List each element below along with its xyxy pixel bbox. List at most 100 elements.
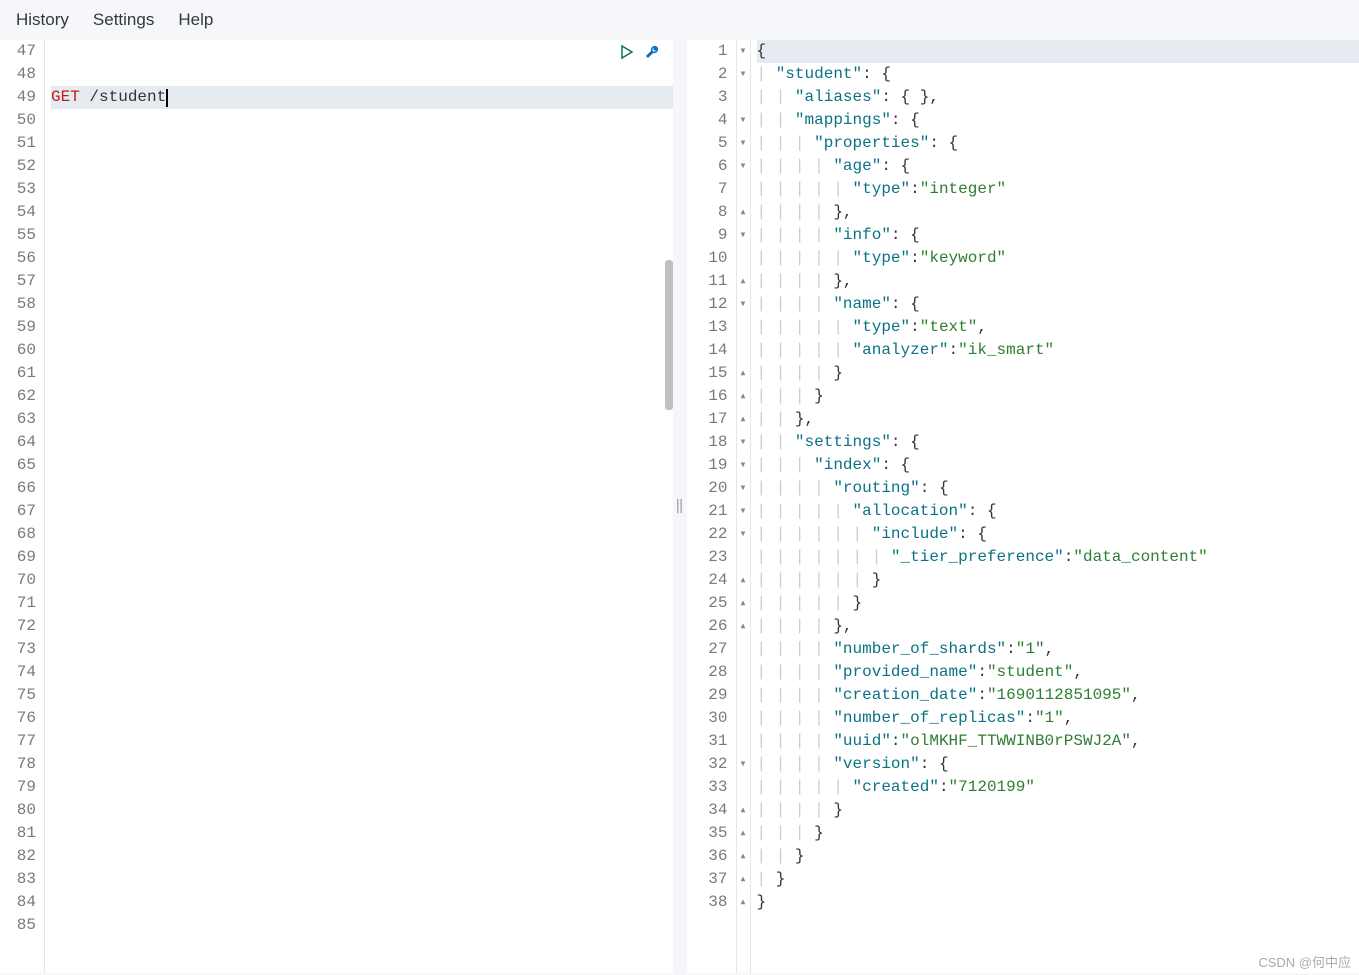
editor-line[interactable] <box>51 891 673 914</box>
gutter-line: 2 <box>695 63 728 86</box>
editor-line[interactable] <box>51 822 673 845</box>
editor-line[interactable] <box>51 477 673 500</box>
gutter-line: 38 <box>695 891 728 914</box>
editor-line[interactable] <box>51 546 673 569</box>
editor-line[interactable] <box>51 684 673 707</box>
menu-settings[interactable]: Settings <box>93 10 154 30</box>
editor-line[interactable] <box>51 799 673 822</box>
fold-none <box>737 661 750 684</box>
fold-close-icon[interactable]: ▴ <box>737 845 750 868</box>
editor-line[interactable] <box>51 707 673 730</box>
fold-open-icon[interactable]: ▾ <box>737 293 750 316</box>
response-line: | | | | | | "include" : { <box>757 523 1359 546</box>
gutter-line: 22 <box>695 523 728 546</box>
editor-line[interactable] <box>51 362 673 385</box>
fold-close-icon[interactable]: ▴ <box>737 592 750 615</box>
response-line: | | | | | | } <box>757 569 1359 592</box>
editor-line[interactable] <box>51 592 673 615</box>
fold-column[interactable]: ▾▾▾▾▾▴▾▴▾▴▴▴▾▾▾▾▾▴▴▴▾▴▴▴▴▴ <box>737 40 751 973</box>
menu-history[interactable]: History <box>16 10 69 30</box>
editor-line[interactable] <box>51 730 673 753</box>
editor-line[interactable] <box>51 960 673 973</box>
fold-close-icon[interactable]: ▴ <box>737 201 750 224</box>
editor-line[interactable] <box>51 339 673 362</box>
gutter-line: 67 <box>8 500 36 523</box>
wrench-icon[interactable] <box>643 42 663 62</box>
fold-close-icon[interactable]: ▴ <box>737 799 750 822</box>
editor-line[interactable] <box>51 845 673 868</box>
fold-open-icon[interactable]: ▾ <box>737 63 750 86</box>
gutter-line: 73 <box>8 638 36 661</box>
response-line: | | } <box>757 845 1359 868</box>
request-editor[interactable]: GET /student <box>45 40 673 973</box>
editor-line[interactable] <box>51 776 673 799</box>
fold-open-icon[interactable]: ▾ <box>737 132 750 155</box>
editor-line[interactable] <box>51 569 673 592</box>
editor-line[interactable] <box>51 868 673 891</box>
menu-help[interactable]: Help <box>178 10 213 30</box>
editor-line[interactable] <box>51 914 673 937</box>
gutter-line: 55 <box>8 224 36 247</box>
fold-none <box>737 684 750 707</box>
editor-line[interactable] <box>51 270 673 293</box>
gutter-line: 37 <box>695 868 728 891</box>
fold-close-icon[interactable]: ▴ <box>737 868 750 891</box>
response-line: | | | | "version" : { <box>757 753 1359 776</box>
play-icon[interactable] <box>617 42 637 62</box>
fold-open-icon[interactable]: ▾ <box>737 155 750 178</box>
fold-none <box>737 178 750 201</box>
gutter-line: 11 <box>695 270 728 293</box>
fold-open-icon[interactable]: ▾ <box>737 500 750 523</box>
text-cursor <box>166 89 168 107</box>
request-line[interactable]: GET /student <box>51 86 673 109</box>
fold-open-icon[interactable]: ▾ <box>737 431 750 454</box>
fold-open-icon[interactable]: ▾ <box>737 109 750 132</box>
gutter-line: 27 <box>695 638 728 661</box>
response-viewer[interactable]: {| "student" : {| | "aliases" : { },| | … <box>751 40 1359 973</box>
gutter-line: 71 <box>8 592 36 615</box>
fold-open-icon[interactable]: ▾ <box>737 477 750 500</box>
editor-line[interactable] <box>51 408 673 431</box>
editor-line[interactable] <box>51 753 673 776</box>
editor-line[interactable] <box>51 615 673 638</box>
editor-line[interactable] <box>51 178 673 201</box>
gutter-line: 30 <box>695 707 728 730</box>
fold-open-icon[interactable]: ▾ <box>737 523 750 546</box>
gutter-line: 28 <box>695 661 728 684</box>
fold-none <box>737 776 750 799</box>
editor-line[interactable] <box>51 937 673 960</box>
editor-line[interactable] <box>51 431 673 454</box>
editor-line[interactable] <box>51 500 673 523</box>
editor-line[interactable] <box>51 454 673 477</box>
response-gutter: 1234567891011121314151617181920212223242… <box>687 40 737 973</box>
fold-open-icon[interactable]: ▾ <box>737 454 750 477</box>
editor-line[interactable] <box>51 293 673 316</box>
editor-line[interactable] <box>51 316 673 339</box>
response-line: | | | | "creation_date" : "1690112851095… <box>757 684 1359 707</box>
editor-line[interactable] <box>51 661 673 684</box>
fold-close-icon[interactable]: ▴ <box>737 270 750 293</box>
fold-close-icon[interactable]: ▴ <box>737 569 750 592</box>
gutter-line: 10 <box>695 247 728 270</box>
request-pane: 4748495051525354555657585960616263646566… <box>0 40 673 973</box>
fold-close-icon[interactable]: ▴ <box>737 385 750 408</box>
fold-close-icon[interactable]: ▴ <box>737 822 750 845</box>
editor-line[interactable] <box>51 247 673 270</box>
editor-line[interactable] <box>51 385 673 408</box>
scrollbar[interactable] <box>665 260 673 410</box>
editor-line[interactable] <box>51 523 673 546</box>
gutter-line: 83 <box>8 868 36 891</box>
fold-close-icon[interactable]: ▴ <box>737 408 750 431</box>
editor-line[interactable] <box>51 224 673 247</box>
gutter-line: 64 <box>8 431 36 454</box>
fold-close-icon[interactable]: ▴ <box>737 891 750 914</box>
gutter-line: 13 <box>695 316 728 339</box>
editor-line[interactable] <box>51 638 673 661</box>
fold-open-icon[interactable]: ▾ <box>737 40 750 63</box>
splitter-handle[interactable]: ‖ <box>673 40 687 973</box>
fold-open-icon[interactable]: ▾ <box>737 224 750 247</box>
editor-line[interactable] <box>51 201 673 224</box>
fold-close-icon[interactable]: ▴ <box>737 362 750 385</box>
fold-open-icon[interactable]: ▾ <box>737 753 750 776</box>
fold-close-icon[interactable]: ▴ <box>737 615 750 638</box>
